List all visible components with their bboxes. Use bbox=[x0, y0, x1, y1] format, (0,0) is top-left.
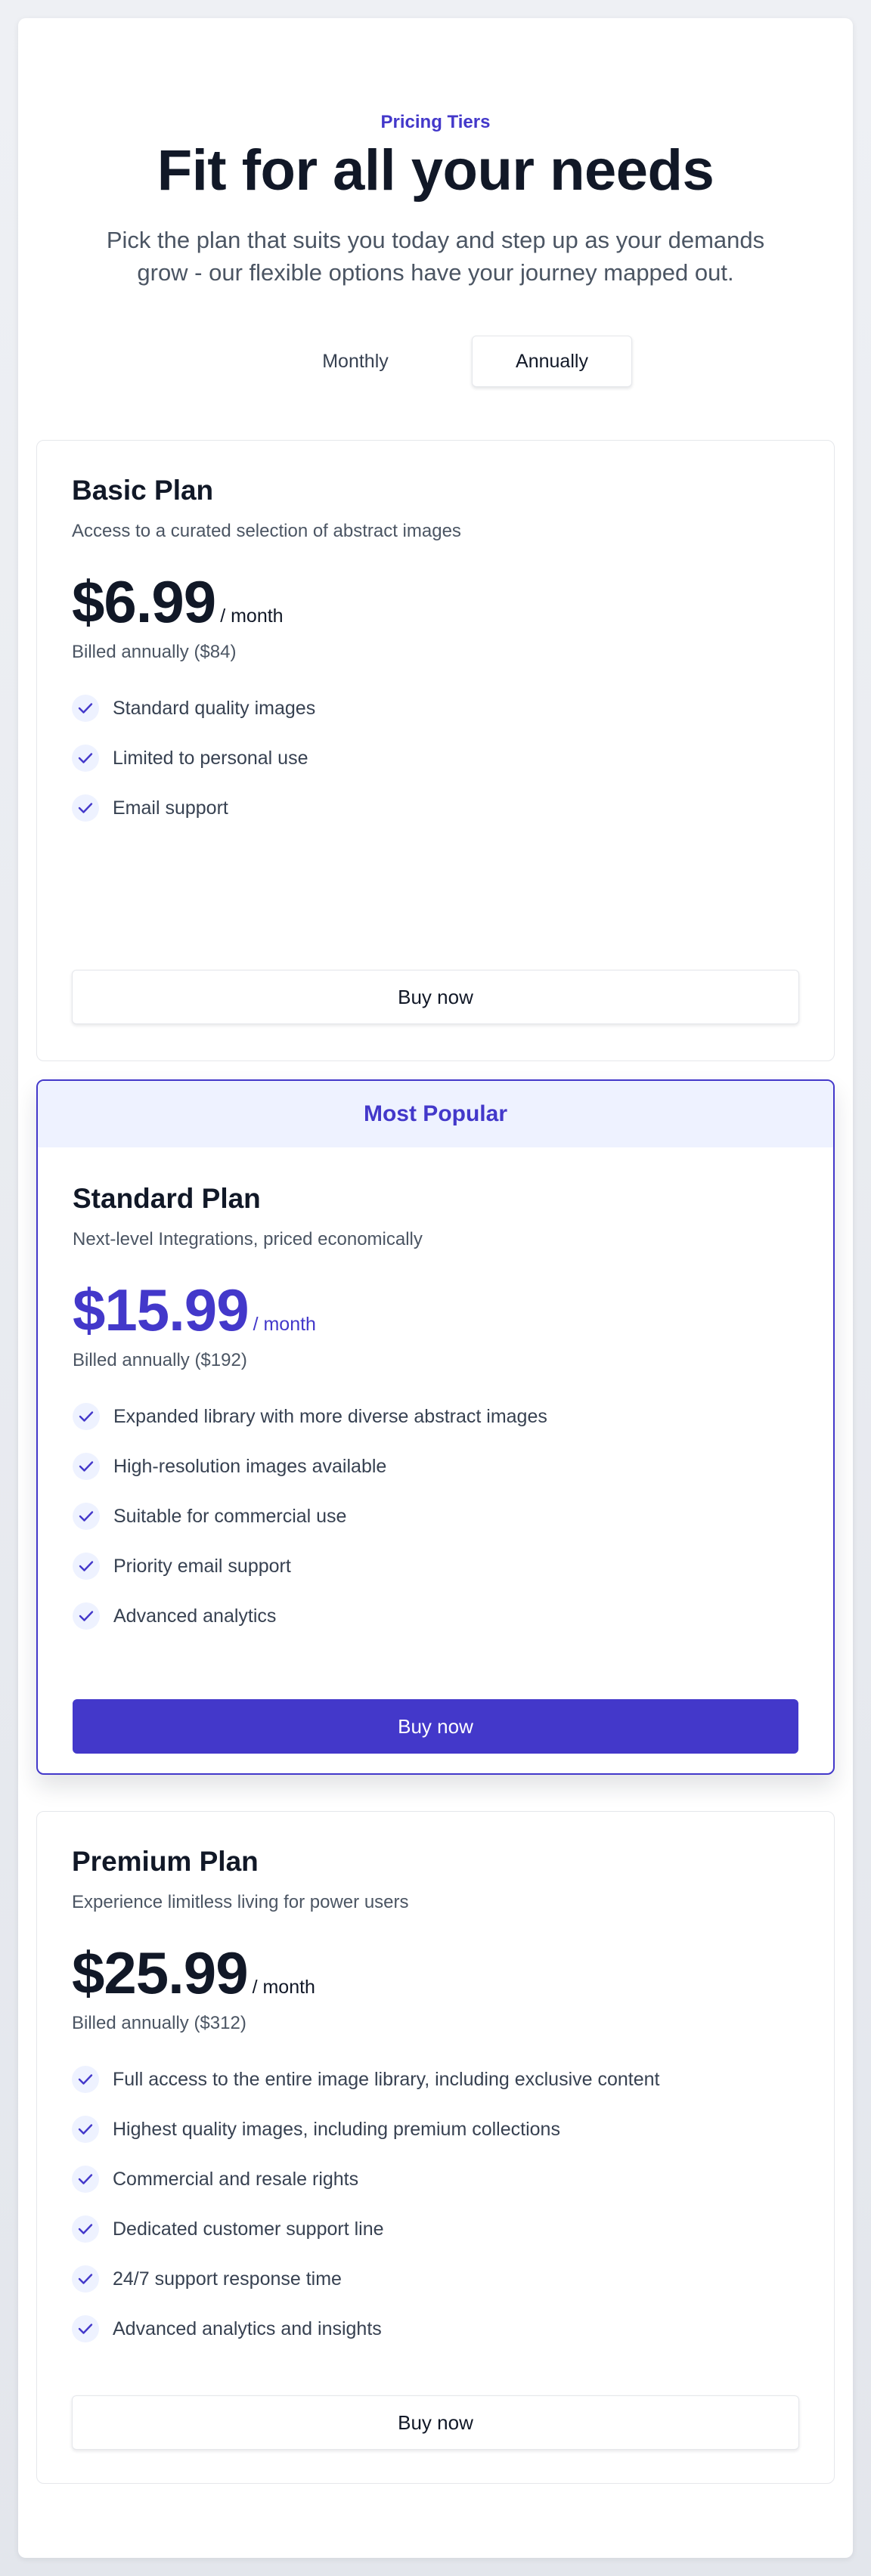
buy-now-button-standard[interactable]: Buy now bbox=[73, 1699, 798, 1754]
price-period: / month bbox=[253, 1314, 316, 1335]
plan-price: $6.99 bbox=[72, 568, 216, 635]
feature-item: Priority email support bbox=[73, 1553, 798, 1580]
check-icon bbox=[72, 2215, 99, 2243]
feature-item: 24/7 support response time bbox=[72, 2265, 799, 2293]
price-period: / month bbox=[220, 605, 284, 627]
billing-note: Billed annually ($312) bbox=[72, 2013, 246, 2033]
billing-monthly-button[interactable]: Monthly bbox=[275, 336, 436, 387]
plan-name: Standard Plan bbox=[73, 1183, 261, 1214]
feature-label: Advanced analytics bbox=[113, 1605, 277, 1627]
plan-card-basic: Basic Plan Access to a curated selection… bbox=[36, 440, 835, 1061]
price-row: $6.99 / month bbox=[72, 571, 799, 633]
billing-annually-button[interactable]: Annually bbox=[472, 336, 632, 387]
check-icon bbox=[72, 2166, 99, 2193]
check-icon bbox=[73, 1453, 100, 1480]
page-subtitle: Pick the plan that suits you today and s… bbox=[106, 227, 765, 286]
billing-note: Billed annually ($192) bbox=[73, 1350, 247, 1370]
feature-item: Suitable for commercial use bbox=[73, 1503, 798, 1530]
feature-list: Standard quality images Limited to perso… bbox=[72, 695, 799, 822]
feature-label: High-resolution images available bbox=[113, 1455, 387, 1477]
billing-toggle: Monthly Annually bbox=[275, 336, 632, 387]
feature-item: Full access to the entire image library,… bbox=[72, 2066, 799, 2093]
feature-item: High-resolution images available bbox=[73, 1453, 798, 1480]
check-icon bbox=[72, 794, 99, 822]
pricing-page: Pricing Tiers Fit for all your needs Pic… bbox=[18, 18, 853, 2558]
check-icon bbox=[72, 695, 99, 722]
feature-item: Email support bbox=[72, 794, 799, 822]
check-icon bbox=[73, 1553, 100, 1580]
feature-label: Limited to personal use bbox=[113, 747, 308, 769]
plan-name: Premium Plan bbox=[72, 1846, 259, 1877]
price-row: $15.99 / month bbox=[73, 1279, 798, 1341]
feature-label: Priority email support bbox=[113, 1555, 291, 1577]
feature-item: Expanded library with more diverse abstr… bbox=[73, 1403, 798, 1430]
price-row: $25.99 / month bbox=[72, 1942, 799, 2004]
check-icon bbox=[72, 2116, 99, 2143]
plan-name: Basic Plan bbox=[72, 475, 214, 506]
feature-item: Highest quality images, including premiu… bbox=[72, 2116, 799, 2143]
buy-now-button-premium[interactable]: Buy now bbox=[72, 2395, 799, 2450]
check-icon bbox=[72, 745, 99, 772]
check-icon bbox=[72, 2315, 99, 2342]
feature-label: Commercial and resale rights bbox=[113, 2168, 359, 2190]
page-title: Fit for all your needs bbox=[157, 138, 714, 203]
most-popular-badge: Most Popular bbox=[38, 1081, 833, 1147]
feature-item: Standard quality images bbox=[72, 695, 799, 722]
check-icon bbox=[73, 1602, 100, 1630]
feature-label: Full access to the entire image library,… bbox=[113, 2068, 660, 2090]
check-icon bbox=[72, 2066, 99, 2093]
feature-label: Highest quality images, including premiu… bbox=[113, 2118, 560, 2140]
feature-label: Advanced analytics and insights bbox=[113, 2317, 382, 2339]
plan-card-premium: Premium Plan Experience limitless living… bbox=[36, 1811, 835, 2484]
plan-card-standard: Most Popular Standard Plan Next-level In… bbox=[36, 1079, 835, 1775]
pricing-eyebrow: Pricing Tiers bbox=[380, 112, 491, 132]
billing-note: Billed annually ($84) bbox=[72, 642, 237, 662]
feature-label: Email support bbox=[113, 797, 228, 819]
price-period: / month bbox=[252, 1977, 315, 1998]
plan-description: Access to a curated selection of abstrac… bbox=[72, 521, 461, 541]
feature-label: Expanded library with more diverse abstr… bbox=[113, 1405, 547, 1427]
plan-price: $25.99 bbox=[72, 1940, 249, 2006]
plan-description: Experience limitless living for power us… bbox=[72, 1892, 409, 1912]
check-icon bbox=[72, 2265, 99, 2293]
feature-list: Expanded library with more diverse abstr… bbox=[73, 1403, 798, 1630]
check-icon bbox=[73, 1503, 100, 1530]
feature-list: Full access to the entire image library,… bbox=[72, 2066, 799, 2342]
buy-now-button-basic[interactable]: Buy now bbox=[72, 970, 799, 1024]
feature-label: Dedicated customer support line bbox=[113, 2218, 384, 2240]
plan-description: Next-level Integrations, priced economic… bbox=[73, 1229, 423, 1249]
check-icon bbox=[73, 1403, 100, 1430]
feature-label: 24/7 support response time bbox=[113, 2268, 342, 2290]
feature-item: Advanced analytics bbox=[73, 1602, 798, 1630]
feature-label: Suitable for commercial use bbox=[113, 1505, 347, 1527]
feature-item: Advanced analytics and insights bbox=[72, 2315, 799, 2342]
feature-item: Limited to personal use bbox=[72, 745, 799, 772]
feature-label: Standard quality images bbox=[113, 697, 316, 719]
feature-item: Dedicated customer support line bbox=[72, 2215, 799, 2243]
plan-price: $15.99 bbox=[73, 1277, 250, 1343]
feature-item: Commercial and resale rights bbox=[72, 2166, 799, 2193]
